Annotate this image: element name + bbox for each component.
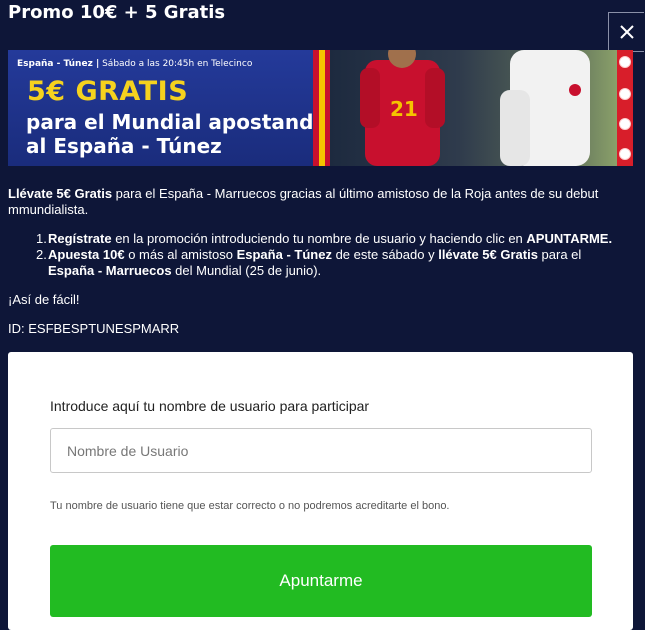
banner-headline: 5€ GRATIS [27,76,189,107]
username-input[interactable] [50,428,592,473]
close-icon [619,25,634,39]
player-number: 21 [390,97,418,121]
list-item: 2. Apuesta 10€ o más al amistoso España -… [36,247,582,278]
promo-intro: Llévate 5€ Gratis para el España - Marru… [8,186,599,217]
username-hint: Tu nombre de usuario tiene que estar cor… [50,500,450,512]
username-label: Introduce aquí tu nombre de usuario para… [50,398,370,414]
banner-dot [619,148,631,160]
banner-line-1: para el Mundial apostando [26,110,328,134]
banner-dot [619,118,631,130]
close-button[interactable] [608,12,644,52]
apuntarme-button[interactable]: Apuntarme [50,545,592,617]
easy-text: ¡Así de fácil! [8,292,80,307]
players-photo: 21 [330,50,617,166]
list-item: 1. Regístrate en la promoción introducien… [36,231,613,246]
promo-id: ID: ESFBESPTUNESPMARR [8,321,180,336]
page-title: Promo 10€ + 5 Gratis [8,2,226,23]
signup-card: Introduce aquí tu nombre de usuario para… [8,352,633,630]
banner-subtitle: España - Túnez | Sábado a las 20:45h en … [17,59,253,69]
banner-dot [619,88,631,100]
banner-line-2: al España - Túnez [26,134,222,158]
players-illustration: 21 [360,50,590,166]
promo-steps: 1. Regístrate en la promoción introducien… [36,231,628,279]
promo-banner: España - Túnez | Sábado a las 20:45h en … [8,50,633,166]
banner-dot [619,56,631,68]
